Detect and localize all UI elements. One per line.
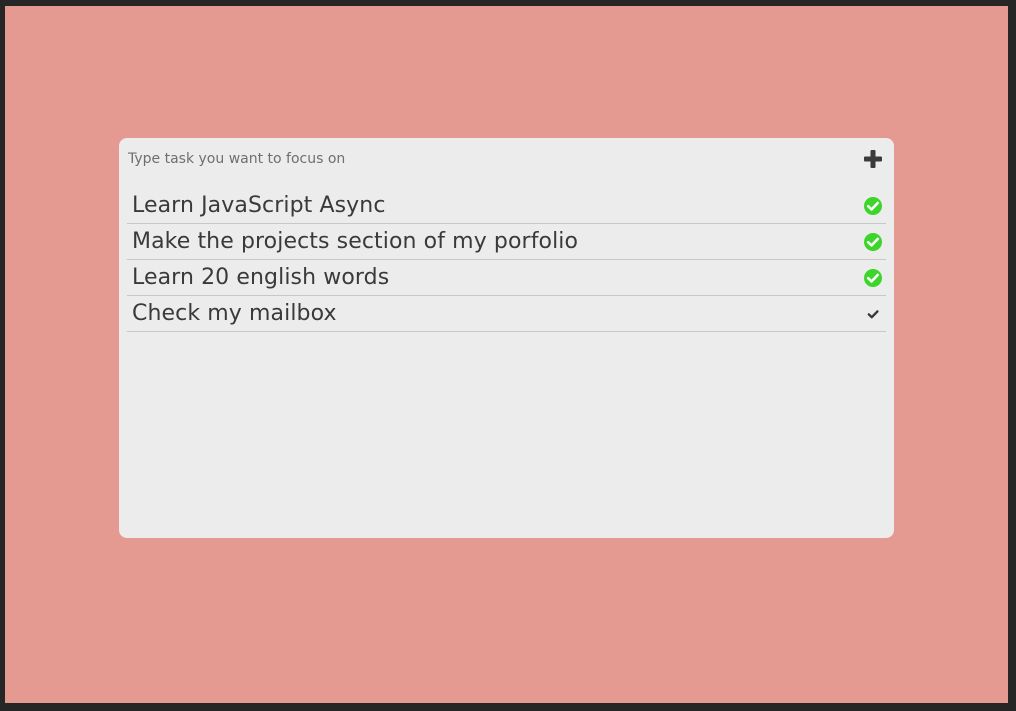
plus-icon xyxy=(864,150,882,168)
todo-card: Learn JavaScript Async Make the projects… xyxy=(119,138,894,538)
task-item: Learn 20 english words xyxy=(127,260,886,296)
task-input[interactable] xyxy=(127,147,861,171)
task-item: Make the projects section of my porfolio xyxy=(127,224,886,260)
add-task-button[interactable] xyxy=(861,147,885,171)
task-text: Learn 20 english words xyxy=(132,265,390,290)
task-done-button[interactable] xyxy=(861,266,885,290)
task-item: Learn JavaScript Async xyxy=(127,188,886,224)
check-icon xyxy=(867,309,879,318)
task-done-button[interactable] xyxy=(861,194,885,218)
task-text: Check my mailbox xyxy=(132,301,337,326)
task-text: Learn JavaScript Async xyxy=(132,193,386,218)
app-background: Learn JavaScript Async Make the projects… xyxy=(5,6,1008,703)
task-item: Check my mailbox xyxy=(127,296,886,332)
task-list: Learn JavaScript Async Make the projects… xyxy=(127,188,886,332)
check-circle-icon xyxy=(864,232,882,251)
check-circle-icon xyxy=(864,196,882,215)
task-done-button[interactable] xyxy=(861,230,885,254)
check-circle-icon xyxy=(864,268,882,287)
task-text: Make the projects section of my porfolio xyxy=(132,229,579,254)
task-done-button[interactable] xyxy=(861,302,885,326)
task-input-row xyxy=(127,146,886,172)
